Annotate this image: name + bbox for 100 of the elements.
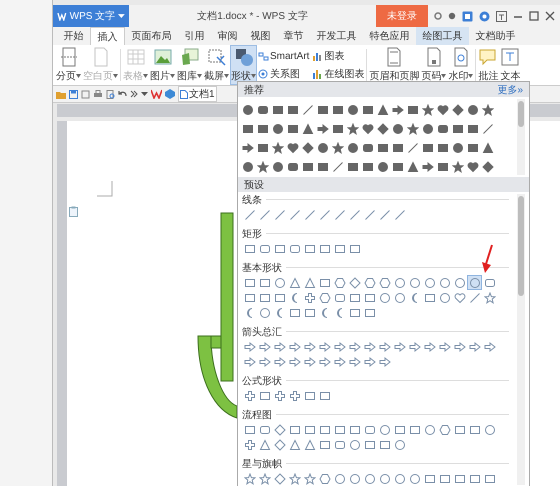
wps-logo-icon[interactable] [151,89,162,99]
circle-icon[interactable] [482,422,497,437]
circle-icon[interactable] [345,140,360,155]
circle-icon[interactable] [392,437,407,452]
circle-icon[interactable] [315,140,330,155]
hexagon-icon[interactable] [437,422,452,437]
circle-icon[interactable] [467,275,482,290]
ribbon-button[interactable]: 分页 [55,45,82,85]
ribbon-button[interactable]: 截屏 [203,45,230,85]
ribbon-button[interactable]: 关系图 [257,65,310,83]
diamond-icon[interactable] [272,422,287,437]
menu-tab[interactable]: 绘图工具 [416,27,469,45]
more-link[interactable]: 更多» [497,82,523,96]
circle-icon[interactable] [240,102,255,117]
scrollbar[interactable] [517,194,525,485]
menu-tab[interactable]: 插入 [90,27,125,45]
arrow-icon[interactable] [302,339,317,354]
ribbon-button[interactable]: 图库 [176,45,203,85]
star-icon[interactable] [420,102,435,117]
triangle-icon[interactable] [300,121,315,136]
menu-tab[interactable]: 视图 [244,27,277,45]
circle-icon[interactable] [377,471,392,486]
maximize-icon[interactable] [529,11,539,21]
arrow-icon[interactable] [302,354,317,369]
ribbon-button[interactable]: 文本 [499,45,522,85]
circle-icon[interactable] [392,275,407,290]
arrow-icon[interactable] [377,339,392,354]
arrow-icon[interactable] [332,354,347,369]
circle-icon[interactable] [347,437,362,452]
star-icon[interactable] [480,102,495,117]
feedback-icon[interactable] [462,10,473,22]
circle-icon[interactable] [422,275,437,290]
circle-icon[interactable] [377,422,392,437]
diamond-icon[interactable] [300,140,315,155]
circle-icon[interactable] [390,121,405,136]
circle-icon[interactable] [257,305,272,320]
arrow-icon[interactable] [407,339,422,354]
settings-icon[interactable] [448,12,456,20]
circle-icon[interactable] [420,121,435,136]
arrow-icon[interactable] [257,339,272,354]
plus-icon[interactable] [242,388,257,403]
circle-icon[interactable] [375,159,390,174]
triangle-icon[interactable] [375,102,390,117]
ribbon-button[interactable]: 图表 [311,47,366,65]
arrow-icon[interactable] [240,140,255,155]
triangle-icon[interactable] [405,159,420,174]
circle-icon[interactable] [270,159,285,174]
app-menu-button[interactable]: WPS 文字 [53,5,129,27]
plus-icon[interactable] [287,388,302,403]
arrow-icon[interactable] [362,339,377,354]
circle-icon[interactable] [240,159,255,174]
star-icon[interactable] [242,471,257,486]
diamond-icon[interactable] [375,121,390,136]
ribbon-button[interactable]: 页码 [420,45,448,85]
arrow-icon[interactable] [420,159,435,174]
diamond-icon[interactable] [272,437,287,452]
arrow-icon[interactable] [422,339,437,354]
arrow-icon[interactable] [287,354,302,369]
circle-icon[interactable] [465,102,480,117]
arrow-icon[interactable] [482,339,497,354]
ribbon-button[interactable]: 水印 [447,45,474,85]
save-icon[interactable] [69,90,78,98]
star-icon[interactable] [345,121,360,136]
menu-tab[interactable]: 引用 [178,27,211,45]
menu-tab[interactable]: 章节 [277,27,310,45]
arrow-icon[interactable] [287,339,302,354]
circle-icon[interactable] [437,290,452,305]
print-icon[interactable] [93,90,103,98]
circle-icon[interactable] [392,471,407,486]
circle-icon[interactable] [347,471,362,486]
star-icon[interactable] [405,121,420,136]
hexagon-icon[interactable] [377,275,392,290]
scrollbar[interactable] [517,99,525,175]
triangle-icon[interactable] [480,140,495,155]
undo-icon[interactable] [118,90,127,98]
redo-icon[interactable] [130,90,138,98]
arrow-icon[interactable] [390,102,405,117]
diamond-icon[interactable] [450,102,465,117]
document-icon[interactable] [81,90,90,98]
plus-icon[interactable] [272,388,287,403]
triangle-icon[interactable] [302,437,317,452]
arrow-icon[interactable] [347,339,362,354]
close-icon[interactable] [545,11,555,21]
star-icon[interactable] [257,471,272,486]
handle-shape-drawing[interactable] [197,211,237,421]
ribbon-toggle-icon[interactable] [496,10,507,22]
arrow-icon[interactable] [315,121,330,136]
hexagon-icon[interactable] [317,290,332,305]
document-tab[interactable]: 文档1 [178,86,217,102]
diamond-icon[interactable] [272,471,287,486]
circle-icon[interactable] [437,275,452,290]
hexagon-icon[interactable] [362,275,377,290]
hexagon-icon[interactable] [317,471,332,486]
arrow-icon[interactable] [347,354,362,369]
help-icon[interactable] [479,10,490,22]
hexagon-icon[interactable] [332,275,347,290]
preview-icon[interactable] [106,90,115,98]
menu-tab[interactable]: 开始 [57,27,90,45]
circle-icon[interactable] [407,275,422,290]
star-icon[interactable] [287,471,302,486]
